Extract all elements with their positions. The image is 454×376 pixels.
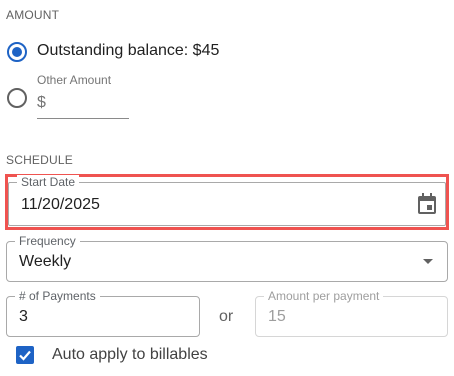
auto-apply-checkbox[interactable] (16, 346, 34, 364)
other-amount-radio[interactable] (7, 88, 27, 108)
other-amount-label: Other Amount (37, 73, 112, 87)
amount-per-payment-label: Amount per payment (264, 289, 384, 303)
amount-section-label: AMOUNT (6, 8, 60, 22)
or-text: or (219, 308, 234, 325)
calendar-icon[interactable] (417, 193, 437, 215)
checkmark-icon (19, 350, 31, 361)
start-date-field[interactable]: Start Date 11/20/2025 (8, 175, 446, 226)
start-date-value: 11/20/2025 (21, 196, 100, 213)
other-amount-underline (37, 118, 129, 119)
frequency-value: Weekly (19, 253, 72, 270)
num-payments-value: 3 (19, 308, 28, 325)
other-amount-input[interactable] (52, 94, 128, 114)
auto-apply-label[interactable]: Auto apply to billables (52, 346, 208, 364)
frequency-label: Frequency (15, 234, 80, 248)
num-payments-field[interactable]: # of Payments 3 (6, 289, 200, 337)
chevron-down-icon (423, 259, 433, 264)
outstanding-balance-label[interactable]: Outstanding balance: $45 (37, 42, 219, 60)
frequency-select[interactable]: Frequency Weekly (6, 234, 448, 282)
other-amount-currency-prefix: $ (37, 94, 46, 111)
schedule-section-label: SCHEDULE (6, 153, 73, 167)
amount-per-payment-value: 15 (268, 308, 286, 325)
outstanding-balance-radio[interactable] (7, 42, 27, 62)
start-date-label: Start Date (17, 175, 80, 189)
amount-per-payment-field: Amount per payment 15 (255, 289, 448, 337)
num-payments-label: # of Payments (15, 289, 100, 303)
